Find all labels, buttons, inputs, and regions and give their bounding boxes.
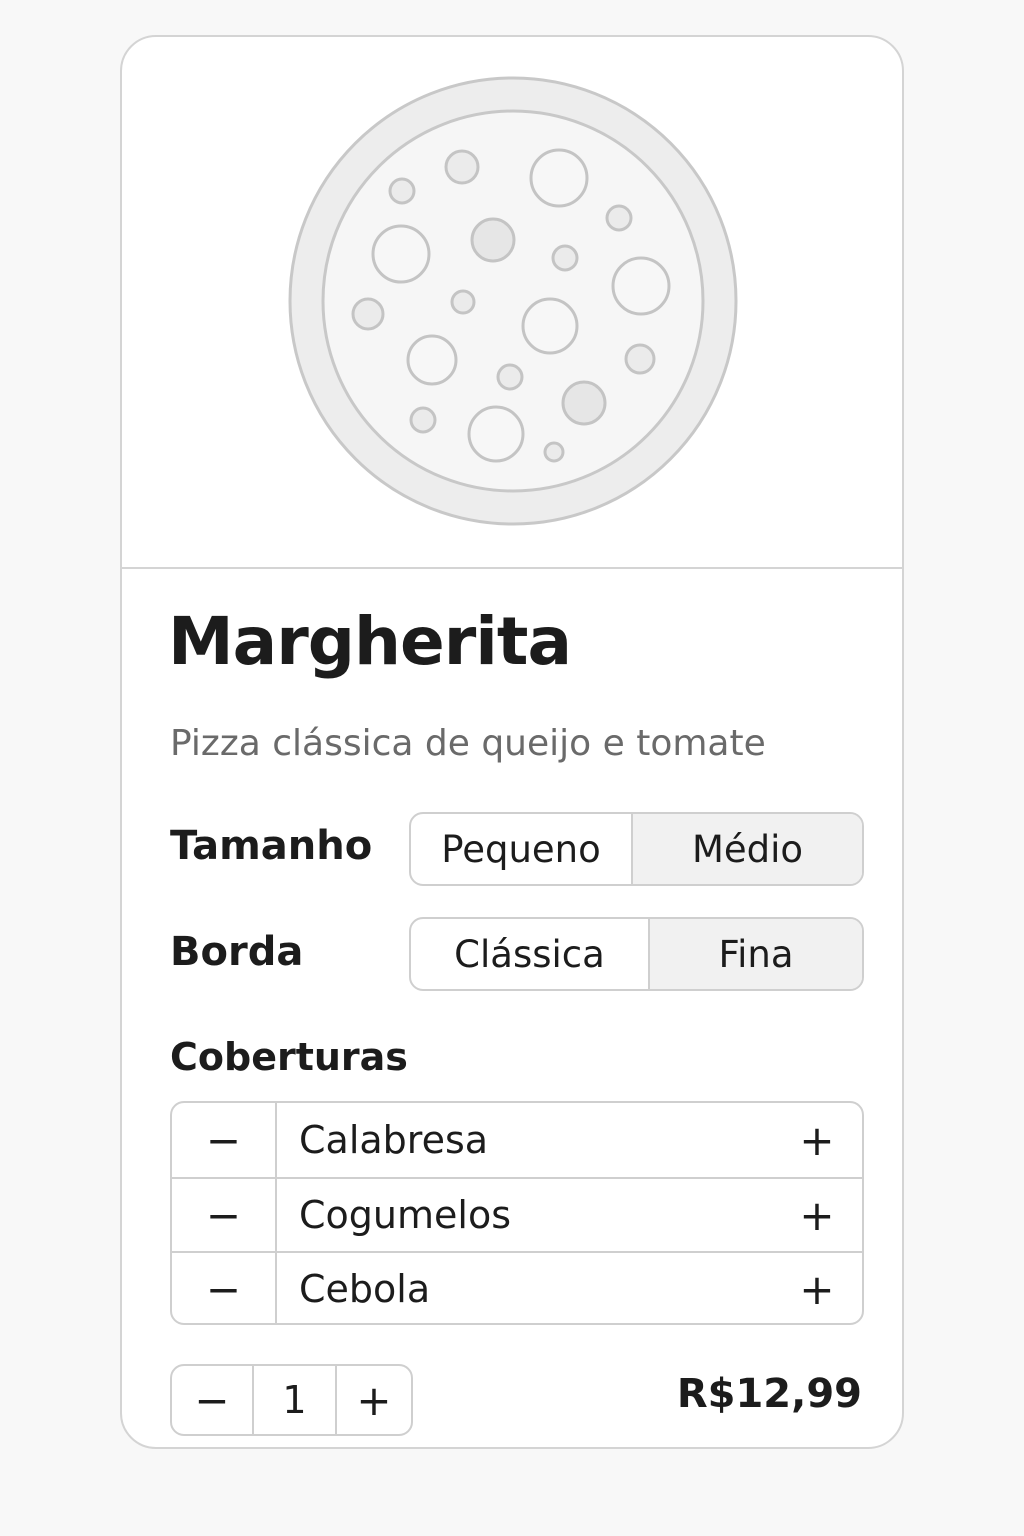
topping-remove-button[interactable]: − bbox=[172, 1179, 277, 1251]
product-image bbox=[122, 37, 902, 569]
toppings-label: Coberturas bbox=[170, 1035, 408, 1079]
price-label: R$12,99 bbox=[676, 1371, 862, 1417]
product-description: Pizza clássica de queijo e tomate bbox=[170, 723, 766, 764]
quantity-value: 1 bbox=[252, 1366, 337, 1434]
product-card: Margherita Pizza clássica de queijo e to… bbox=[120, 35, 904, 1449]
crust-option-thin[interactable]: Fina bbox=[648, 919, 862, 989]
topping-name: Cogumelos bbox=[299, 1193, 511, 1237]
topping-row: − Cogumelos + bbox=[172, 1177, 862, 1251]
crust-selector: Clássica Fina bbox=[409, 917, 864, 991]
topping-add-button[interactable]: + bbox=[772, 1103, 862, 1177]
topping-remove-button[interactable]: − bbox=[172, 1103, 277, 1177]
size-label: Tamanho bbox=[170, 823, 373, 869]
topping-row: − Calabresa + bbox=[172, 1103, 862, 1177]
topping-row: − Cebola + bbox=[172, 1251, 862, 1323]
crust-option-classic[interactable]: Clássica bbox=[411, 919, 648, 989]
quantity-stepper: − 1 + bbox=[170, 1364, 413, 1436]
topping-name: Calabresa bbox=[299, 1118, 489, 1162]
topping-add-button[interactable]: + bbox=[772, 1179, 862, 1251]
quantity-decrease-button[interactable]: − bbox=[172, 1366, 252, 1434]
quantity-increase-button[interactable]: + bbox=[337, 1366, 411, 1434]
size-option-medium[interactable]: Médio bbox=[631, 814, 862, 884]
toppings-list: − Calabresa + − Cogumelos + − Cebola + bbox=[170, 1101, 864, 1325]
topping-name: Cebola bbox=[299, 1267, 431, 1311]
topping-add-button[interactable]: + bbox=[772, 1253, 862, 1323]
size-selector: Pequeno Médio bbox=[409, 812, 864, 886]
pizza-illustration-icon bbox=[288, 76, 738, 526]
topping-remove-button[interactable]: − bbox=[172, 1253, 277, 1323]
size-option-small[interactable]: Pequeno bbox=[411, 814, 631, 884]
product-title: Margherita bbox=[168, 603, 572, 680]
crust-label: Borda bbox=[170, 929, 304, 975]
